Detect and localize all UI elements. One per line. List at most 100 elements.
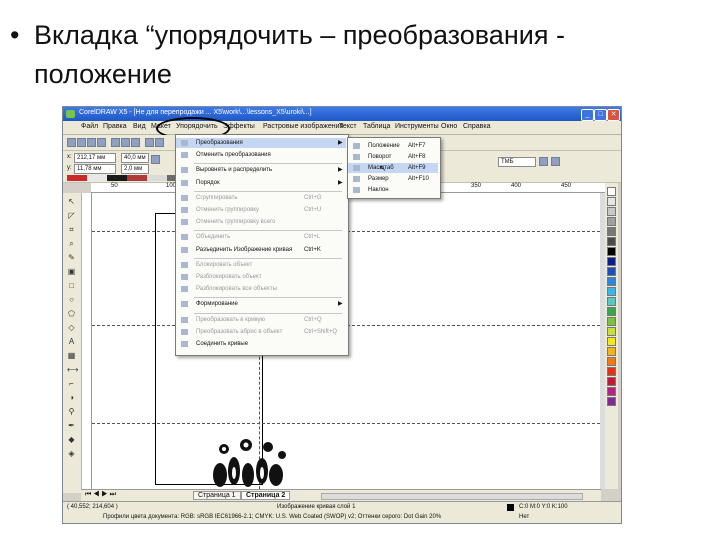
page-tab-1[interactable]: Страница 1 <box>193 491 241 500</box>
arrange-menu-item[interactable]: Разблокировать объект <box>176 272 346 282</box>
palette-swatch[interactable] <box>607 257 616 266</box>
print-icon[interactable] <box>97 138 106 147</box>
smart-fill-tool-icon[interactable]: ▣ <box>67 267 76 276</box>
palette-swatch[interactable] <box>607 287 616 296</box>
palette-swatch[interactable] <box>607 187 616 196</box>
palette-swatch[interactable] <box>607 297 616 306</box>
menu-help[interactable]: Справка <box>463 123 490 130</box>
transform-menu-item[interactable]: Наклон <box>348 185 438 195</box>
palette-swatch[interactable] <box>607 197 616 206</box>
arrange-menu-item[interactable]: Блокировать объект <box>176 260 346 270</box>
basic-shapes-tool-icon[interactable]: ◇ <box>67 323 76 332</box>
save-icon[interactable] <box>87 138 96 147</box>
menu-table[interactable]: Таблица <box>363 123 390 130</box>
palette-swatch[interactable] <box>607 377 616 386</box>
maximize-button[interactable]: □ <box>594 109 607 121</box>
color-profile-info[interactable]: Профили цвета документа: RGB: sRGB IEC61… <box>103 514 441 520</box>
palette-swatch[interactable] <box>607 267 616 276</box>
menu-file[interactable]: Файл <box>81 123 98 130</box>
palette-swatch[interactable] <box>607 337 616 346</box>
palette-swatch[interactable] <box>607 207 616 216</box>
lock-ratio-icon[interactable] <box>151 155 160 164</box>
shape-tool-icon[interactable]: ◸ <box>67 211 76 220</box>
floral-ornament[interactable] <box>210 435 290 497</box>
menu-window[interactable]: Окно <box>441 123 457 130</box>
freehand-tool-icon[interactable]: ✎ <box>67 253 76 262</box>
fill-tool-icon[interactable]: ◆ <box>67 435 76 444</box>
palette-swatch[interactable] <box>607 397 616 406</box>
menu-bitmaps[interactable]: Растровые изображения <box>263 123 343 130</box>
transform-menu-item[interactable]: Положение Alt+F7 <box>348 141 438 151</box>
dimension-tool-icon[interactable]: ⟷ <box>67 365 78 374</box>
menu-item-icon <box>181 194 188 201</box>
outline-tool-icon[interactable]: ✒ <box>67 421 76 430</box>
palette-swatch[interactable] <box>607 317 616 326</box>
ellipse-tool-icon[interactable]: ○ <box>67 295 76 304</box>
cut-icon[interactable] <box>111 138 120 147</box>
zoom-tool-icon[interactable]: ⌕ <box>67 239 76 248</box>
minimize-button[interactable]: _ <box>581 109 594 121</box>
palette-swatch[interactable] <box>607 357 616 366</box>
snap-icon[interactable] <box>539 157 548 166</box>
arrange-menu-item[interactable]: Выровнять и распределить ▶ <box>176 165 346 175</box>
zoom-field[interactable]: ТМБ <box>498 157 536 167</box>
y-position-field[interactable]: 11,78 мм <box>74 164 116 174</box>
options-icon[interactable] <box>551 157 560 166</box>
palette-swatch[interactable] <box>607 217 616 226</box>
palette-swatch[interactable] <box>607 227 616 236</box>
page-tab-2[interactable]: Страница 2 <box>241 491 291 500</box>
menu-view[interactable]: Вид <box>133 123 146 130</box>
eyedropper-tool-icon[interactable]: ⚲ <box>67 407 76 416</box>
palette-swatch[interactable] <box>607 237 616 246</box>
arrange-menu-item[interactable]: Отменить группировку Ctrl+U <box>176 205 346 215</box>
horizontal-scrollbar[interactable] <box>321 493 583 500</box>
close-button[interactable]: ✕ <box>607 109 620 121</box>
palette-swatch[interactable] <box>607 387 616 396</box>
page-nav-arrows[interactable]: ⏮ ◀ ▶ ⏭ <box>85 491 116 499</box>
arrange-menu-item[interactable]: Разблокировать все объекты <box>176 284 346 294</box>
arrange-menu-item[interactable]: Соединить кривые <box>176 339 346 349</box>
blend-tool-icon[interactable]: ◑ <box>67 393 76 402</box>
pick-tool-icon[interactable]: ↖ <box>67 197 76 206</box>
transform-menu-item[interactable]: Размер Alt+F10 <box>348 174 438 184</box>
palette-swatch[interactable] <box>607 327 616 336</box>
arrange-menu-item[interactable]: Объединить Ctrl+L <box>176 232 346 242</box>
palette-swatch[interactable] <box>607 307 616 316</box>
arrange-menu-item[interactable]: Преобразовать в кривую Ctrl+Q <box>176 315 346 325</box>
palette-swatch[interactable] <box>607 277 616 286</box>
x-position-field[interactable]: 212,17 мм <box>74 153 116 163</box>
paste-icon[interactable] <box>131 138 140 147</box>
palette-swatch[interactable] <box>607 367 616 376</box>
arrange-menu-item[interactable]: Преобразовать абрис в объект Ctrl+Shift+Q <box>176 327 346 337</box>
copy-icon[interactable] <box>121 138 130 147</box>
arrange-menu-item[interactable]: Разъединить Изображение кривая Ctrl+K <box>176 245 346 255</box>
arrange-menu-item[interactable]: Порядок ▶ <box>176 178 346 188</box>
redo-icon[interactable] <box>155 138 164 147</box>
menu-text[interactable]: Текст <box>339 123 357 130</box>
text-tool-icon[interactable]: A <box>67 337 76 346</box>
new-icon[interactable] <box>67 138 76 147</box>
submenu-arrow-icon: ▶ <box>338 140 343 146</box>
transform-menu-item[interactable]: Масштаб Alt+F9 <box>348 163 438 173</box>
crop-tool-icon[interactable]: ⌗ <box>67 225 76 234</box>
undo-icon[interactable] <box>145 138 154 147</box>
rectangle-tool-icon[interactable]: □ <box>67 281 76 290</box>
transform-menu-item[interactable]: Поворот Alt+F8 <box>348 152 438 162</box>
width-field[interactable]: 40,0 мм <box>121 153 149 163</box>
height-field[interactable]: 2,0 мм <box>121 164 149 174</box>
menu-item-label: Отменить группировку <box>196 207 259 213</box>
arrange-menu-item[interactable]: Формирование ▶ <box>176 299 346 309</box>
open-icon[interactable] <box>77 138 86 147</box>
menu-edit[interactable]: Правка <box>103 123 127 130</box>
arrange-menu-item[interactable]: Сгруппировать Ctrl+G <box>176 193 346 203</box>
palette-swatch[interactable] <box>607 247 616 256</box>
arrange-menu-item[interactable]: Отменить группировку всего <box>176 217 346 227</box>
palette-swatch[interactable] <box>607 347 616 356</box>
table-tool-icon[interactable]: ▦ <box>67 351 76 360</box>
arrange-menu-item[interactable]: Отменить преобразования <box>176 150 346 160</box>
polygon-tool-icon[interactable]: ⬠ <box>67 309 76 318</box>
arrange-menu-item[interactable]: Преобразования ▶ <box>176 138 346 148</box>
interactive-fill-tool-icon[interactable]: ◈ <box>67 449 76 458</box>
menu-tools[interactable]: Инструменты <box>395 123 439 130</box>
connector-tool-icon[interactable]: ⌐ <box>67 379 76 388</box>
